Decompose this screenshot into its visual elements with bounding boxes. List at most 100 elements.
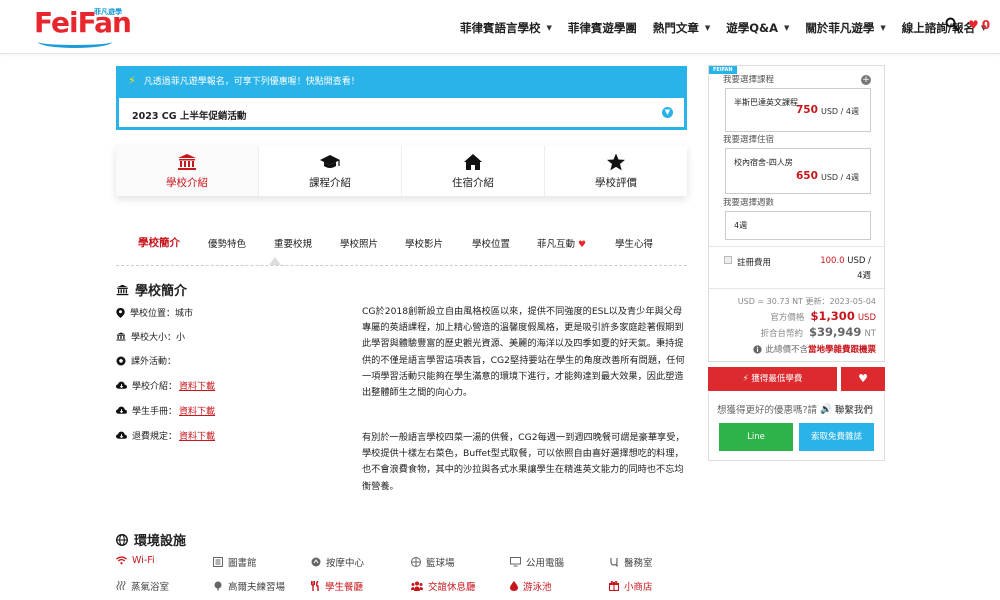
restaurant-icon: [311, 581, 319, 591]
nav-hot-articles[interactable]: 熱門文章 ▼: [653, 20, 710, 36]
card-course-intro[interactable]: 課程介紹: [259, 146, 402, 196]
promo-banner: ⚡ 凡透過菲凡遊學報名，可享下列優惠喔！快點開查看！ 2023 CG 上半年促銷…: [116, 66, 687, 130]
contact-us-link[interactable]: 聯繫我們: [835, 402, 873, 416]
section-title-facilities: 環境設施: [116, 530, 186, 549]
official-price: $1,300: [810, 309, 855, 323]
info-refund: 退費規定： 資料下載: [116, 429, 215, 442]
favorites-button[interactable]: ♥ 0: [968, 18, 990, 32]
school-icon: [178, 154, 196, 170]
brochure-download-link[interactable]: 資料下載: [179, 379, 215, 392]
registration-fee-checkbox[interactable]: [724, 256, 732, 264]
facility-massage: 按摩中心: [311, 555, 364, 569]
twd-price-row: 折合台幣約 $39,949 NT: [760, 325, 876, 339]
refund-download-link[interactable]: 資料下載: [179, 429, 215, 442]
expand-down-icon[interactable]: ▼: [662, 107, 673, 118]
divider: [709, 246, 884, 247]
subtab-school-intro[interactable]: 學校簡介: [138, 235, 180, 250]
facility-sauna: 蒸氣浴室: [116, 579, 169, 593]
chevron-down-icon: ▼: [704, 24, 711, 32]
room-price: 650: [796, 170, 818, 182]
globe-icon: [116, 533, 128, 546]
feifan-logo[interactable]: FeiFan 菲凡遊學: [34, 6, 134, 50]
nav-about[interactable]: 關於菲凡遊學 ▼: [805, 20, 885, 36]
card-school-intro[interactable]: 學校介紹: [116, 146, 259, 196]
intro-paragraph-2: 有別於一般語言學校四菜一湯的供餐，CG2每週一到週四晚餐可謂是豪華享受，學校提供…: [362, 432, 685, 492]
subtab-rules[interactable]: 重要校規: [274, 236, 312, 250]
medical-icon: [610, 558, 618, 567]
contact-row: 想獲得更好的優惠嗎?請 🔊 聯繫我們: [717, 402, 873, 417]
info-location: 學校位置： 城市: [116, 306, 193, 319]
info-size: 學校大小：小: [116, 330, 185, 343]
line-button[interactable]: Line: [719, 423, 793, 451]
course-select-label: 我要選擇課程: [723, 75, 775, 85]
section-title-intro: 學校簡介: [116, 280, 187, 299]
logo-smile-shape: [38, 36, 112, 48]
facility-wifi: Wi-Fi: [116, 555, 155, 566]
map-pin-icon: [116, 307, 125, 318]
pool-icon: [510, 581, 518, 591]
basketball-icon: [411, 557, 421, 567]
card-housing-intro[interactable]: 住宿介紹: [402, 146, 545, 196]
heart-icon: ♥: [858, 372, 868, 385]
subtab-location[interactable]: 學校位置: [472, 236, 510, 250]
facility-library: 圖書館: [213, 555, 257, 569]
free-magazine-button[interactable]: 索取免費雜誌: [799, 423, 874, 451]
room-select-label: 我要選擇住宿: [723, 135, 775, 145]
card-label: 住宿介紹: [452, 177, 494, 189]
weeks-select[interactable]: 4週: [725, 211, 871, 240]
subtab-student-reviews[interactable]: 學生心得: [615, 236, 653, 250]
facility-lounge: 交誼休息廳: [411, 579, 476, 593]
fee-period: 4週: [857, 271, 871, 281]
get-lowest-fee-button[interactable]: ⚡ 獲得最低學費: [708, 367, 837, 391]
heart-icon: ♥: [968, 18, 979, 32]
section-title-text: 環境設施: [134, 534, 187, 549]
promo-item[interactable]: 2023 CG 上半年促銷活動 ▼: [119, 98, 684, 127]
room-unit: USD / 4週: [821, 173, 859, 182]
location-value: 城市: [175, 309, 194, 319]
info-brochure: 學校介紹： 資料下載: [116, 379, 215, 392]
handbook-download-link[interactable]: 資料下載: [179, 404, 215, 417]
nav-qa[interactable]: 遊學Q&A ▼: [726, 20, 789, 36]
facility-shop: 小商店: [609, 579, 653, 593]
school-icon: [116, 332, 126, 341]
promo-headline: 凡透過菲凡遊學報名，可享下列優惠喔！快點開查看！: [143, 77, 360, 87]
search-icon[interactable]: [945, 17, 959, 31]
twd-price: $39,949: [809, 325, 862, 339]
site-header: FeiFan 菲凡遊學 菲律賓語言學校 ▼ 菲律賓遊學團 熱門文章 ▼ 遊學Q&A ▼…: [0, 0, 1000, 54]
facility-restaurant: 學生餐廳: [311, 579, 363, 593]
card-school-reviews[interactable]: 學校評價: [545, 146, 687, 196]
promo-item-label: 2023 CG 上半年促銷活動: [132, 111, 247, 122]
favorite-button[interactable]: ♥: [841, 367, 885, 391]
lounge-icon: [411, 581, 423, 591]
info-handbook: 學生手冊： 資料下載: [116, 404, 215, 417]
nav-language-schools[interactable]: 菲律賓語言學校 ▼: [460, 20, 552, 36]
golf-icon: [214, 581, 222, 591]
divider: [709, 288, 884, 289]
intro-paragraph-1: CG於2018創新設立自由風格校區以來，提供不同強度的ESL以及青少年與父母專屬…: [362, 306, 685, 399]
add-icon[interactable]: +: [861, 75, 871, 85]
section-title-text: 學校簡介: [135, 284, 188, 299]
course-select[interactable]: 半斯巴達英文課程 750 USD / 4週: [725, 88, 871, 132]
logo-subtitle: 菲凡遊學: [94, 8, 122, 16]
heart-icon: ♥: [578, 240, 587, 250]
cloud-download-icon: [116, 381, 127, 389]
wifi-icon: [116, 556, 127, 565]
cloud-download-icon: [116, 406, 127, 414]
room-name: 校內宿舍-四人房: [734, 158, 793, 167]
facility-pool: 游泳池: [510, 579, 552, 593]
facility-basketball: 籃球場: [411, 555, 455, 569]
chevron-down-icon: ▼: [880, 24, 886, 32]
official-price-row: 官方價格 $1,300 USD: [770, 309, 876, 323]
fee-label: 註冊費用: [737, 258, 772, 268]
graduation-cap-icon: [320, 155, 340, 168]
nav-study-tour[interactable]: 菲律賓遊學團: [568, 20, 637, 36]
subtab-photos[interactable]: 學校照片: [340, 236, 378, 250]
room-select[interactable]: 校內宿舍-四人房 650 USD / 4週: [725, 148, 871, 194]
subtab-videos[interactable]: 學校影片: [405, 236, 443, 250]
subtab-advantages[interactable]: 優勢特色: [208, 236, 246, 250]
price-note: 此總價不含 當地學雜費跟機票: [753, 343, 876, 355]
subtab-interaction[interactable]: 菲凡互動 ♥: [537, 236, 586, 250]
home-icon: [464, 154, 482, 170]
massage-icon: [311, 557, 321, 567]
library-icon: [213, 557, 223, 567]
